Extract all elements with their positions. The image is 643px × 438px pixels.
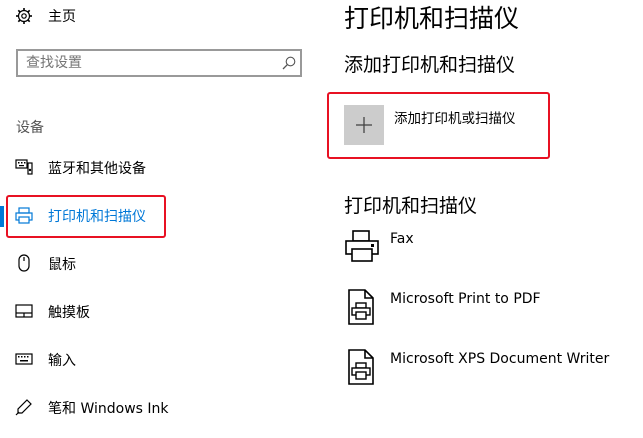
sidebar-item-label: 蓝牙和其他设备 [48, 161, 146, 177]
sidebar-item-label: 打印机和扫描仪 [48, 209, 146, 225]
home-label: 主页 [48, 9, 76, 25]
document-printer-icon [348, 349, 374, 385]
search-input[interactable] [26, 54, 266, 72]
keyboard-icon [15, 353, 33, 365]
gear-icon [16, 8, 32, 24]
document-printer-icon [348, 289, 374, 325]
pen-icon [15, 399, 32, 416]
printer-item-print-to-pdf[interactable]: Microsoft Print to PDF [340, 287, 630, 339]
page-title: 打印机和扫描仪 [344, 4, 520, 33]
home-link[interactable]: 主页 [0, 0, 300, 40]
search-box[interactable] [16, 49, 302, 77]
sidebar-item-label: 输入 [48, 353, 76, 369]
sidebar-item-label: 触摸板 [48, 305, 90, 321]
sidebar-item-pen[interactable]: 笔和 Windows Ink [0, 388, 300, 428]
add-printer-button[interactable]: 添加打印机或扫描仪 [340, 100, 545, 148]
sidebar-item-touchpad[interactable]: 触摸板 [0, 292, 300, 332]
sidebar-item-typing[interactable]: 输入 [0, 340, 300, 380]
printer-name: Microsoft XPS Document Writer [390, 351, 610, 367]
sidebar-item-mouse[interactable]: 鼠标 [0, 244, 300, 284]
sidebar-item-label: 笔和 Windows Ink [48, 401, 169, 417]
sidebar-item-label: 鼠标 [48, 257, 76, 273]
add-printer-label: 添加打印机或扫描仪 [394, 111, 516, 127]
printer-item-fax[interactable]: Fax [340, 227, 630, 279]
printer-icon [15, 207, 33, 224]
add-tile [344, 105, 384, 145]
printer-name: Microsoft Print to PDF [390, 291, 541, 307]
touchpad-icon [15, 304, 33, 318]
list-section-title: 打印机和扫描仪 [344, 195, 478, 217]
printer-item-xps-writer[interactable]: Microsoft XPS Document Writer [340, 347, 630, 399]
keyboard-speaker-icon [15, 159, 33, 175]
fax-printer-icon [345, 230, 379, 262]
sidebar-item-bluetooth[interactable]: 蓝牙和其他设备 [0, 148, 300, 188]
sidebar-item-printers[interactable]: 打印机和扫描仪 [0, 196, 300, 236]
add-section-title: 添加打印机和扫描仪 [344, 54, 516, 76]
section-title: 设备 [16, 120, 44, 136]
printer-name: Fax [390, 231, 414, 247]
plus-icon [356, 117, 372, 133]
search-icon[interactable] [282, 56, 296, 70]
mouse-icon [18, 254, 30, 272]
